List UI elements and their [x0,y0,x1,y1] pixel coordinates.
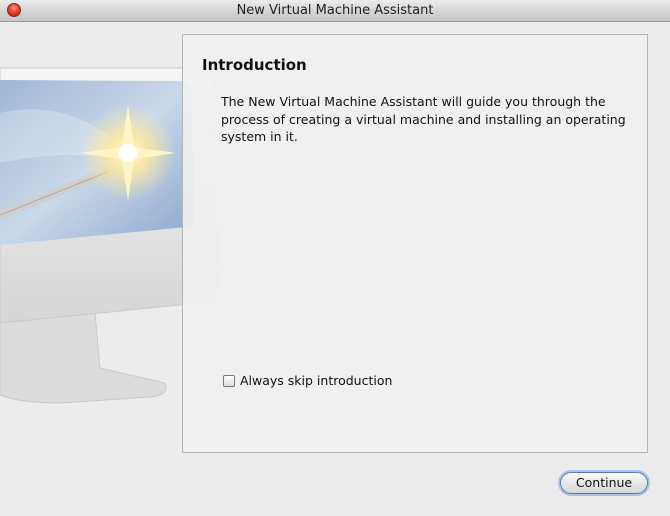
assistant-window: New Virtual Machine Assistant Introducti… [0,0,670,516]
skip-intro-label[interactable]: Always skip introduction [240,373,392,389]
window-title: New Virtual Machine Assistant [236,3,434,18]
skip-intro-checkbox[interactable] [223,375,235,387]
title-bar[interactable]: New Virtual Machine Assistant [0,0,670,22]
continue-button[interactable]: Continue [560,472,648,494]
skip-intro-option[interactable]: Always skip introduction [223,372,392,390]
page-title: Introduction [202,56,307,74]
intro-panel: Introduction The New Virtual Machine Ass… [182,34,648,453]
intro-description: The New Virtual Machine Assistant will g… [221,94,626,144]
